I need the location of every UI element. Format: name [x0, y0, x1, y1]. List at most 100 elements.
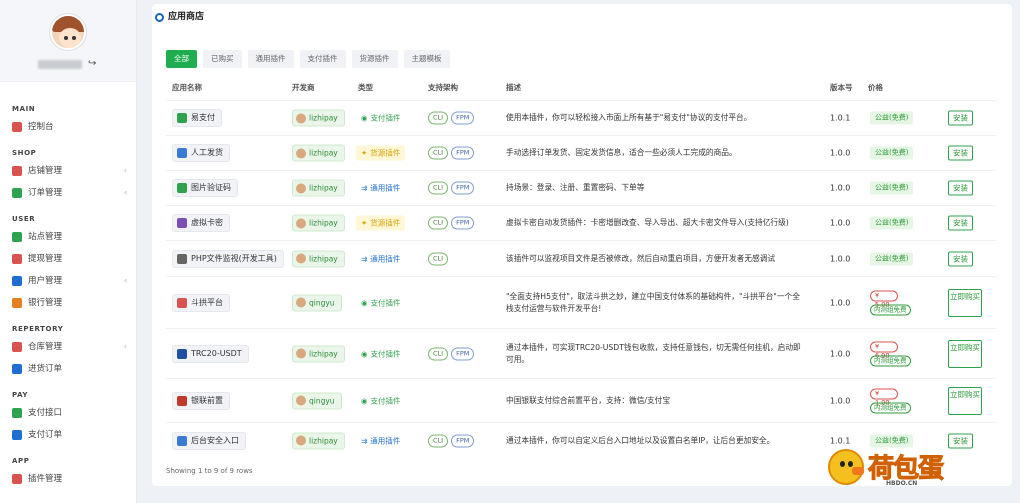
sidebar-section-title: PAY [12, 391, 29, 399]
app-name-badge[interactable]: 易支付 [172, 109, 222, 127]
type-label: 通用插件 [370, 183, 401, 193]
buy-now-button[interactable]: 立即购买 [948, 339, 982, 368]
sidebar: ↪ MAIN 控制台 SHOP 店铺管理 ‹ 订单管理 ‹ USER 站点管理 提现管理 用户管理 ‹… [0, 0, 137, 503]
plugin-icon [12, 474, 22, 484]
install-button[interactable]: 安装 [948, 180, 973, 196]
store-icon [155, 12, 164, 22]
sidebar-item-withdraw[interactable]: 提现管理 [0, 248, 137, 270]
type-label: 货源插件 [370, 218, 401, 228]
arch-chip-cli: CLI [428, 146, 449, 160]
app-name: 图片验证码 [191, 183, 231, 192]
developer-badge: lizhipay [292, 144, 345, 162]
app-name-badge[interactable]: 虚拟卡密 [172, 214, 230, 232]
sidebar-item-warehouse[interactable]: 仓库管理 ‹ [0, 336, 137, 358]
sidebar-item-pay-order[interactable]: 支付订单 [0, 424, 137, 446]
avatar[interactable] [50, 14, 86, 50]
table-row: 虚拟卡密 lizhipay ✦ 货源插件 CLI FPM 虚拟卡密自动发货插件：卡密增删改查… [166, 205, 996, 240]
tab-filter[interactable]: 支付插件 [299, 50, 346, 68]
payment-icon: ◉ [361, 396, 368, 405]
developer-avatar [296, 253, 306, 264]
sidebar-item-plugin[interactable]: 插件管理 [0, 468, 137, 490]
install-button[interactable]: 安装 [948, 145, 973, 161]
tab-filter[interactable]: 货源插件 [351, 50, 398, 68]
app-icon [177, 253, 187, 264]
description: 使用本插件，你可以轻松接入市面上所有基于"易支付"协议的支付平台。 [506, 113, 752, 122]
tab-filter[interactable]: 通用插件 [247, 50, 294, 68]
logout-icon[interactable]: ↪ [88, 58, 96, 69]
watermark-logo: 荷包蛋 HBDO.CN [828, 448, 945, 487]
free-badge: 公益(免费) [870, 434, 914, 447]
page-title: 应用商店 [152, 4, 204, 30]
arch-chips: CLI [428, 252, 449, 265]
sidebar-item-purchase[interactable]: 进货订单 [0, 358, 137, 380]
description: 中国银联支付综合前置平台，支持：微信/支付宝 [506, 395, 671, 405]
app-name: 斗拱平台 [191, 297, 223, 307]
app-name-badge[interactable]: 图片验证码 [172, 179, 238, 197]
warehouse-icon [12, 342, 22, 352]
tab-filter[interactable]: 主题模板 [403, 50, 450, 68]
arch-chips: CLI FPM [428, 216, 475, 230]
version: 1.0.1 [830, 113, 851, 123]
vip-free-badge: 内测组免费 [870, 355, 911, 366]
description: 通过本插件，你可以自定义后台入口地址以及设置白名单IP，让后台更加安全。 [506, 435, 775, 445]
developer-badge: qingyu [292, 294, 342, 311]
app-name: 后台安全入口 [191, 435, 239, 445]
price-cell: ¥ 5.00 内测组免费 [870, 290, 911, 315]
install-button[interactable]: 安装 [948, 215, 973, 231]
buy-now-button[interactable]: 立即购买 [948, 288, 982, 317]
app-name-badge[interactable]: 后台安全入口 [172, 431, 246, 450]
sidebar-item-label: 店铺管理 [28, 166, 63, 176]
free-badge: 公益(免费) [870, 146, 914, 160]
price-cell: 公益(免费) [870, 434, 914, 447]
version: 1.0.0 [830, 148, 851, 158]
app-name-badge[interactable]: TRC20-USDT [172, 344, 249, 363]
buy-now-button[interactable]: 立即购买 [948, 386, 982, 415]
dashboard-icon [12, 122, 22, 132]
sidebar-item-bank[interactable]: 银行管理 [0, 292, 137, 314]
install-button[interactable]: 安装 [948, 251, 973, 266]
version: 1.0.0 [830, 349, 851, 358]
sidebar-item-store[interactable]: 店铺管理 ‹ [0, 160, 137, 182]
payment-icon: ◉ [361, 113, 368, 123]
app-name-badge[interactable]: 斗拱平台 [172, 293, 230, 312]
arch-chip-cli: CLI [428, 252, 449, 265]
app-name-badge[interactable]: PHP文件监视(开发工具) [172, 249, 284, 268]
sidebar-item-label: 进货订单 [28, 364, 63, 374]
arch-chip-cli: CLI [428, 111, 449, 125]
sidebar-item-label: 插件管理 [28, 474, 63, 484]
tab-filter[interactable]: 已购买 [203, 50, 242, 68]
install-button[interactable]: 安装 [948, 433, 973, 448]
table-header: 应用名称 开发商 类型 支持架构 描述 版本号 价格 [152, 82, 1012, 96]
sidebar-item-site[interactable]: 站点管理 [0, 226, 137, 248]
pay-order-icon [12, 430, 22, 440]
sidebar-item-payment[interactable]: 支付接口 [0, 402, 137, 424]
sidebar-item-user[interactable]: 用户管理 ‹ [0, 270, 137, 292]
app-name-badge[interactable]: 银联前置 [172, 391, 230, 410]
arch-chip-cli: CLI [428, 347, 449, 360]
app-name-badge[interactable]: 人工发货 [172, 144, 230, 162]
arch-chip-cli: CLI [428, 181, 449, 195]
type-badge: ⇉ 通用插件 [356, 251, 405, 266]
sidebar-item-label: 银行管理 [28, 298, 63, 308]
developer-name: lizhipay [309, 148, 338, 158]
description: "全面支持H5支付"，取法斗拱之妙，建立中国支付体系的基础构件，"斗拱平台"一个… [506, 291, 800, 313]
developer-badge: lizhipay [292, 432, 345, 449]
app-icon [177, 395, 187, 406]
sidebar-item-label: 订单管理 [28, 188, 63, 198]
free-badge: 公益(免费) [870, 181, 914, 195]
developer-badge: lizhipay [292, 179, 345, 197]
sidebar-item-dashboard[interactable]: 控制台 [0, 116, 137, 138]
app-icon [177, 348, 187, 359]
arch-chips: CLI FPM [428, 111, 475, 125]
col-version: 版本号 [830, 83, 853, 92]
sidebar-section-title: USER [12, 215, 36, 223]
developer-badge: lizhipay [292, 345, 345, 362]
install-button[interactable]: 安装 [948, 110, 973, 126]
tab-filter[interactable]: 全部 [166, 50, 197, 68]
type-badge: ◉ 支付插件 [356, 295, 406, 310]
table-row: 斗拱平台 qingyu ◉ 支付插件 "全面支持H5支付"，取法斗拱之妙，建立中国支付体… [166, 276, 996, 328]
chick-logo-icon [828, 448, 864, 485]
description: 通过本插件，可实现TRC20-USDT钱包收款，支持任意钱包，切无需任何挂机，启… [506, 342, 801, 364]
sidebar-item-order[interactable]: 订单管理 ‹ [0, 182, 137, 204]
site-icon [12, 232, 22, 242]
